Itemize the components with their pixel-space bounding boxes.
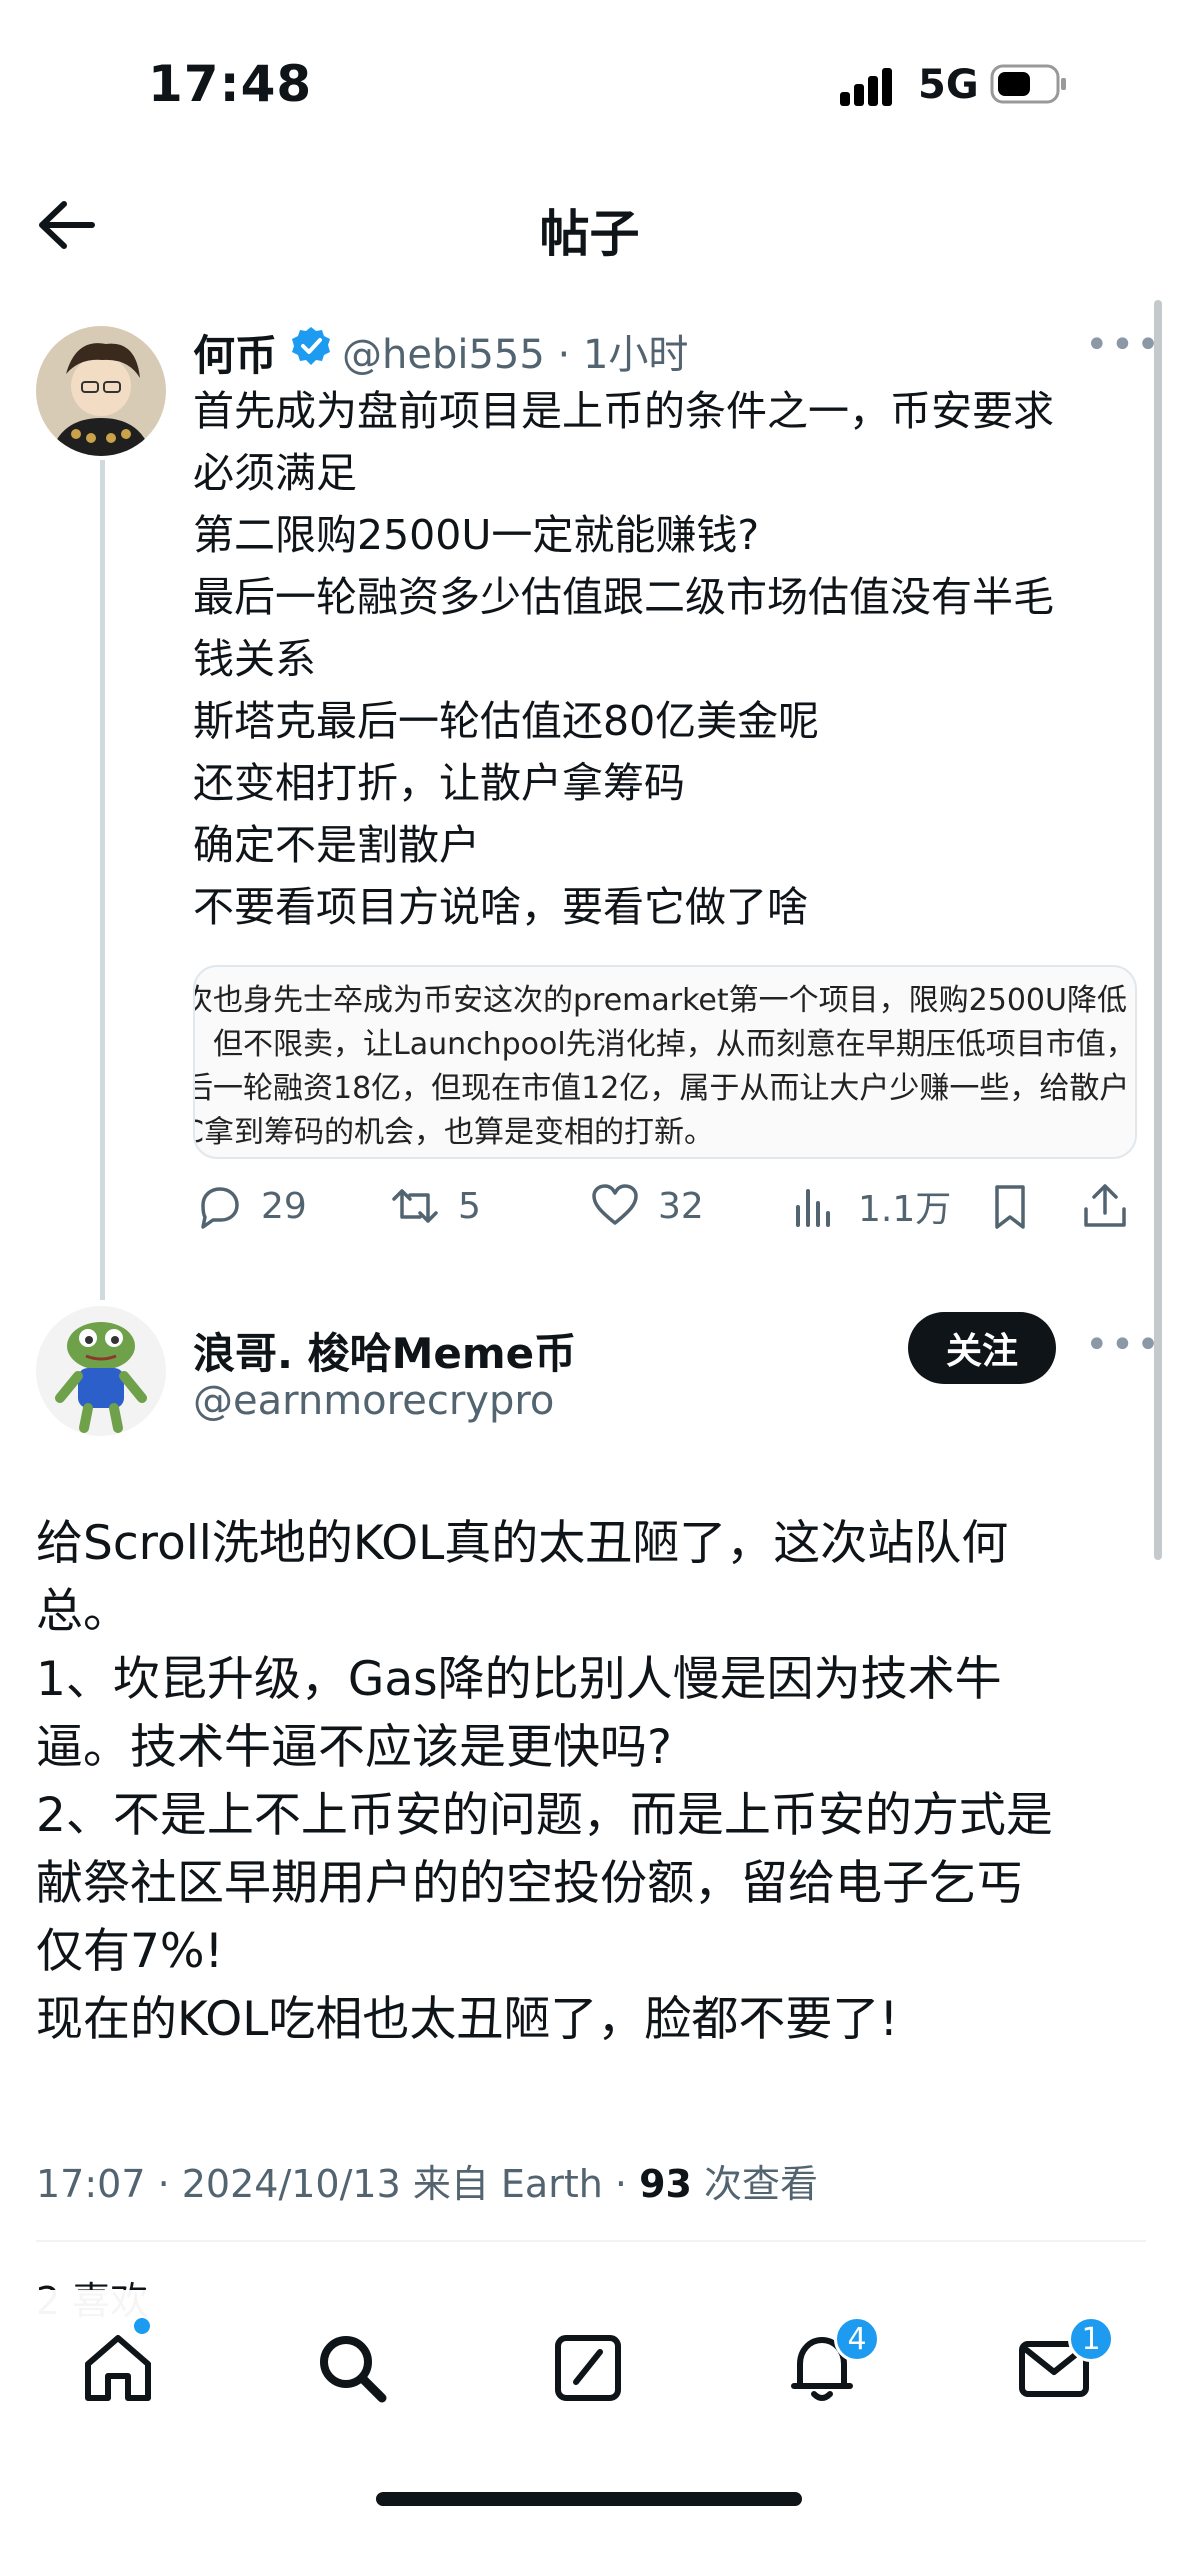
scrollbar[interactable] [1154, 300, 1162, 1560]
signal-icon [840, 68, 892, 106]
reply-button[interactable]: 29 [193, 1178, 307, 1234]
like-count: 32 [658, 1185, 704, 1227]
messages-badge: 1 [1068, 2316, 1114, 2362]
post-text-line: 确定不是割散户 [193, 821, 480, 869]
compose-icon[interactable] [548, 2328, 628, 2408]
post-text-line: 最后一轮融资多少估值跟二级市场估值没有半毛 [193, 573, 1054, 621]
view-count: 1.1万 [858, 1189, 952, 1230]
post-text-line: 钱关系 [193, 635, 316, 683]
bookmark-icon [995, 1185, 1025, 1229]
views-label: 次查看 [691, 2162, 819, 2206]
post-text-line: 2、不是上不上币安的问题，而是上币安的方式是 [36, 1788, 1053, 1843]
post-text-line: 给Scroll洗地的KOL真的太丑陋了，这次站队何 [36, 1516, 1009, 1571]
post-text-line: 总。 [36, 1584, 130, 1639]
notifications-badge: 4 [834, 2316, 880, 2362]
network-label: 5G [918, 62, 979, 108]
divider [36, 2240, 1146, 2242]
view-count: 93 [639, 2162, 692, 2206]
status-time: 17:48 [148, 55, 313, 113]
views-button[interactable]: 1.1万 [790, 1178, 951, 1234]
author-name[interactable]: 何币 [193, 322, 277, 383]
verified-badge-icon [292, 327, 330, 365]
share-button[interactable] [1080, 1178, 1130, 1234]
author-handle-time[interactable]: @hebi555 · 1小时 [342, 322, 688, 380]
post-text-line: 献祭社区早期用户的的空投份额，留给电子乞丐 [36, 1856, 1023, 1911]
post-text-line: 还变相打折，让散户拿筹码 [193, 759, 685, 807]
quote-line: 后一轮融资18亿，但现在市值12亿，属于从而让大户少赚一些，给散户 [193, 1071, 1130, 1106]
share-icon [1084, 1184, 1126, 1227]
repost-button[interactable]: 5 [390, 1178, 481, 1234]
author-handle[interactable]: @earnmorecrypro [193, 1378, 554, 1424]
battery-icon [990, 64, 1066, 104]
post-meta: 17:07 · 2024/10/13 来自 Earth · 93 次查看 [36, 2153, 818, 2208]
post-text-line: 斯塔克最后一轮估值还80亿美金呢 [193, 697, 820, 745]
post-text-line: 第二限购2500U一定就能赚钱? [193, 511, 760, 559]
repost-count: 5 [458, 1185, 481, 1227]
post-text-line: 不要看项目方说啥，要看它做了啥 [193, 883, 808, 931]
more-options-icon[interactable]: ••• [1085, 322, 1162, 368]
page-title: 帖子 [539, 205, 640, 263]
author-name[interactable]: 浪哥. 梭哈Meme币 [193, 1320, 576, 1381]
post-text-line: 1、坎昆升级，Gas降的比别人慢是因为技术牛 [36, 1652, 1002, 1707]
more-options-icon[interactable]: ••• [1085, 1322, 1162, 1368]
heart-icon [592, 1184, 638, 1225]
post-text-line: 现在的KOL吃相也太丑陋了，脸都不要了! [36, 1992, 899, 2047]
reply-icon [201, 1187, 239, 1229]
home-icon[interactable] [78, 2328, 158, 2408]
quote-line: C拿到筹码的机会，也算是变相的打新。 [193, 1115, 714, 1150]
repost-icon [392, 1189, 438, 1223]
home-unread-dot [134, 2318, 150, 2334]
post-text-line: 必须满足 [193, 449, 357, 497]
post-text-line: 逼。技术牛逼不应该是更快吗? [36, 1720, 672, 1775]
quoted-image[interactable]: 次也身先士卒成为币安这次的premarket第一个项目，限购2500U降低 ，但… [193, 965, 1137, 1159]
reply-count: 29 [261, 1185, 307, 1227]
avatar[interactable] [36, 1306, 166, 1436]
post-text-line: 首先成为盘前项目是上币的条件之一，币安要求 [193, 387, 1054, 435]
post-timestamp: 17:07 · 2024/10/13 来自 Earth · [36, 2162, 640, 2206]
post-text: 首先成为盘前项目是上币的条件之一，币安要求 必须满足 第二限购2500U一定就能… [193, 380, 1148, 938]
like-button[interactable]: 32 [590, 1178, 704, 1234]
analytics-icon [796, 1189, 830, 1227]
quote-line: 次也身先士卒成为币安这次的premarket第一个项目，限购2500U降低 [193, 983, 1127, 1018]
post-text-line: 仅有7%! [36, 1924, 224, 1979]
home-indicator[interactable] [376, 2492, 802, 2506]
quote-line: ，但不限卖，让Launchpool先消化掉，从而刻意在早期压低项目市值， [193, 1027, 1136, 1062]
post-text: 给Scroll洗地的KOL真的太丑陋了，这次站队何 总。 1、坎昆升级，Gas降… [36, 1510, 1146, 2054]
search-icon[interactable] [312, 2328, 392, 2408]
thread-connector-line [100, 460, 105, 1300]
bookmark-button[interactable] [985, 1178, 1035, 1234]
avatar[interactable] [36, 326, 166, 456]
follow-button[interactable]: 关注 [908, 1312, 1056, 1384]
